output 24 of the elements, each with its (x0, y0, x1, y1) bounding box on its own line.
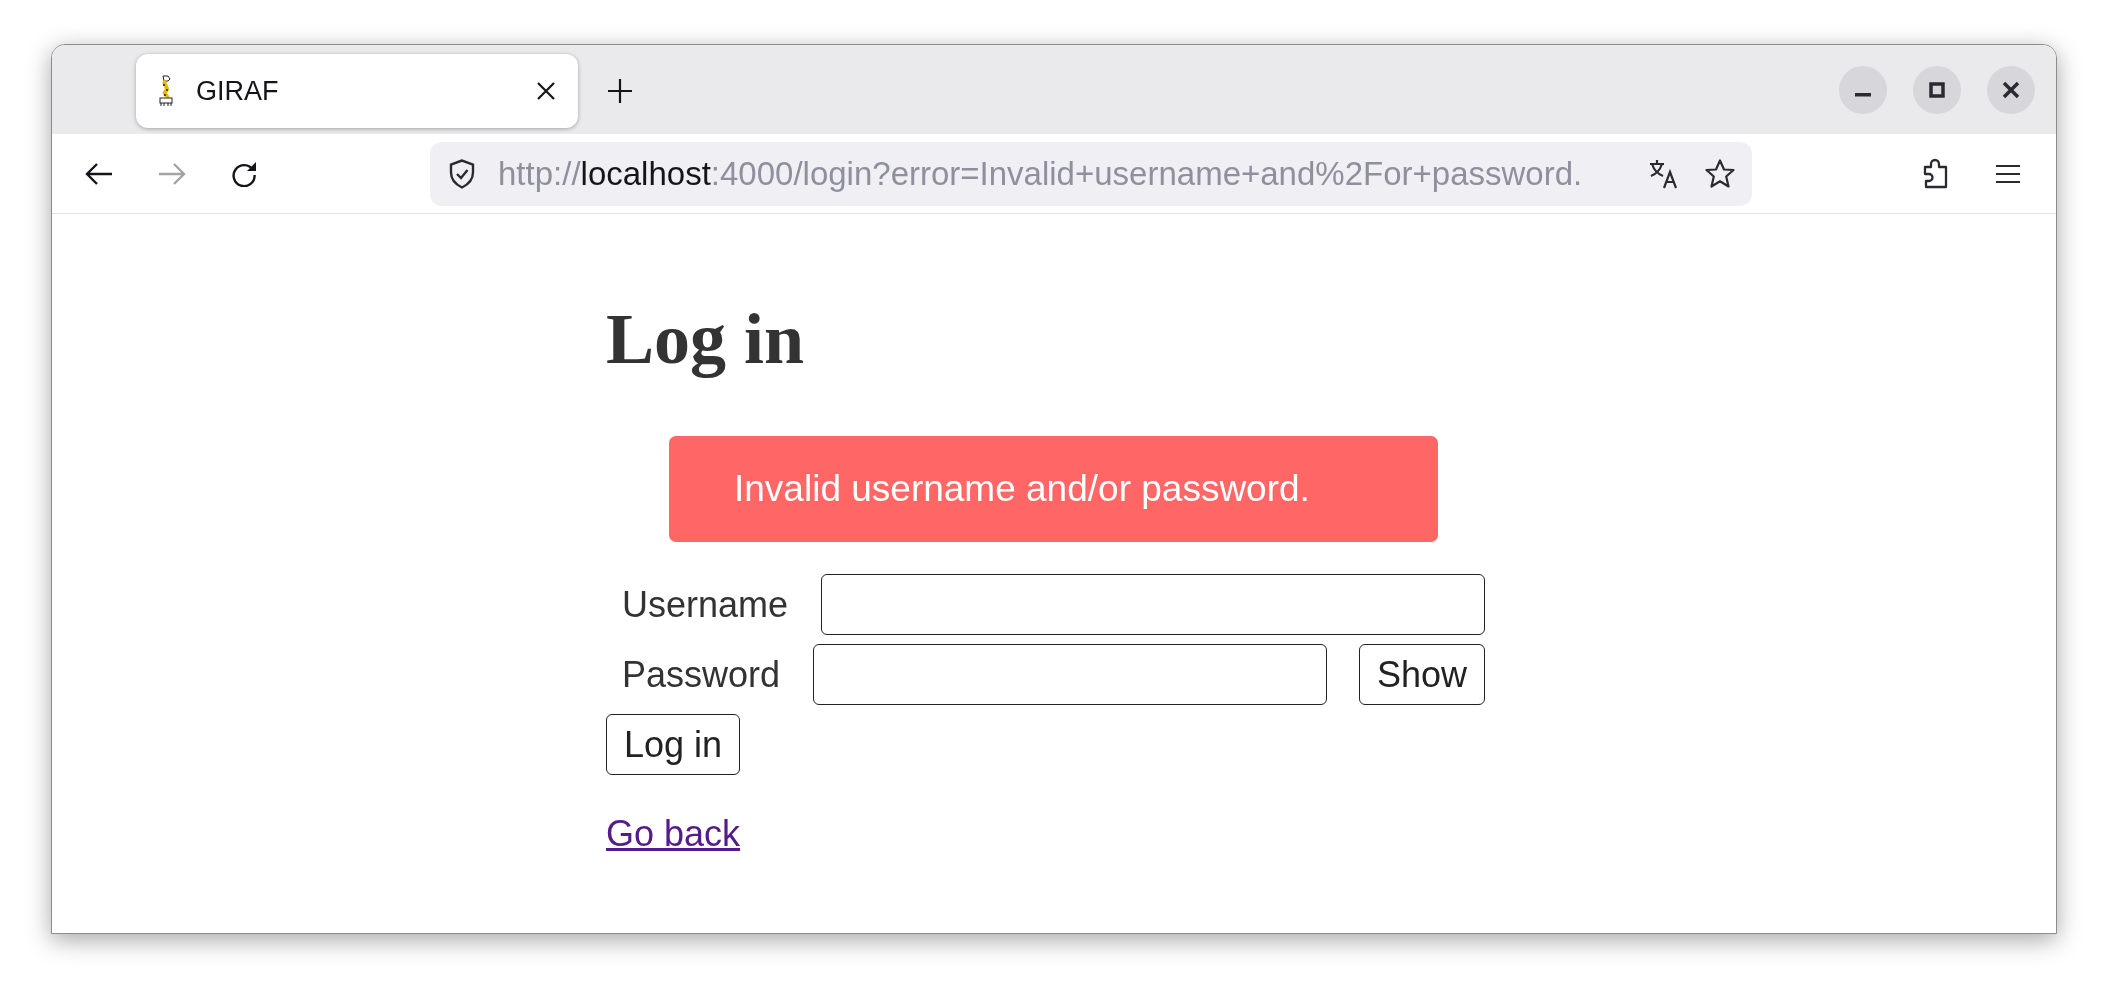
show-button[interactable]: Show (1358, 644, 1485, 705)
translate-icon[interactable] (1649, 158, 1679, 189)
shield-check-icon[interactable] (449, 158, 475, 189)
minimize-icon[interactable] (1839, 66, 1887, 114)
browser-tab[interactable]: GIRAF (136, 54, 578, 128)
field-label: Password (621, 653, 781, 696)
page-heading: Log in (606, 298, 805, 381)
reload-icon[interactable] (231, 160, 257, 187)
close-icon[interactable] (1987, 66, 2035, 114)
input-field[interactable] (821, 574, 1485, 635)
menu-icon[interactable] (1996, 163, 2020, 184)
plus-icon[interactable] (607, 78, 633, 104)
error-banner: Invalid username and/or password. (669, 436, 1438, 542)
field-label: Username (621, 583, 789, 626)
giraffe-icon (158, 75, 174, 107)
star-icon[interactable] (1705, 159, 1735, 188)
close-icon[interactable] (536, 81, 556, 101)
go-back-link[interactable]: Go back (606, 813, 741, 855)
maximize-icon[interactable] (1913, 66, 1961, 114)
login-button[interactable]: Log in (606, 714, 741, 775)
back-arrow-icon[interactable] (85, 161, 113, 186)
input-field[interactable] (813, 644, 1327, 705)
puzzle-piece-icon[interactable] (1923, 157, 1949, 190)
address-bar[interactable]: http://localhost:4000/login?error=Invalid+username+and%2For+password. (430, 141, 1752, 206)
